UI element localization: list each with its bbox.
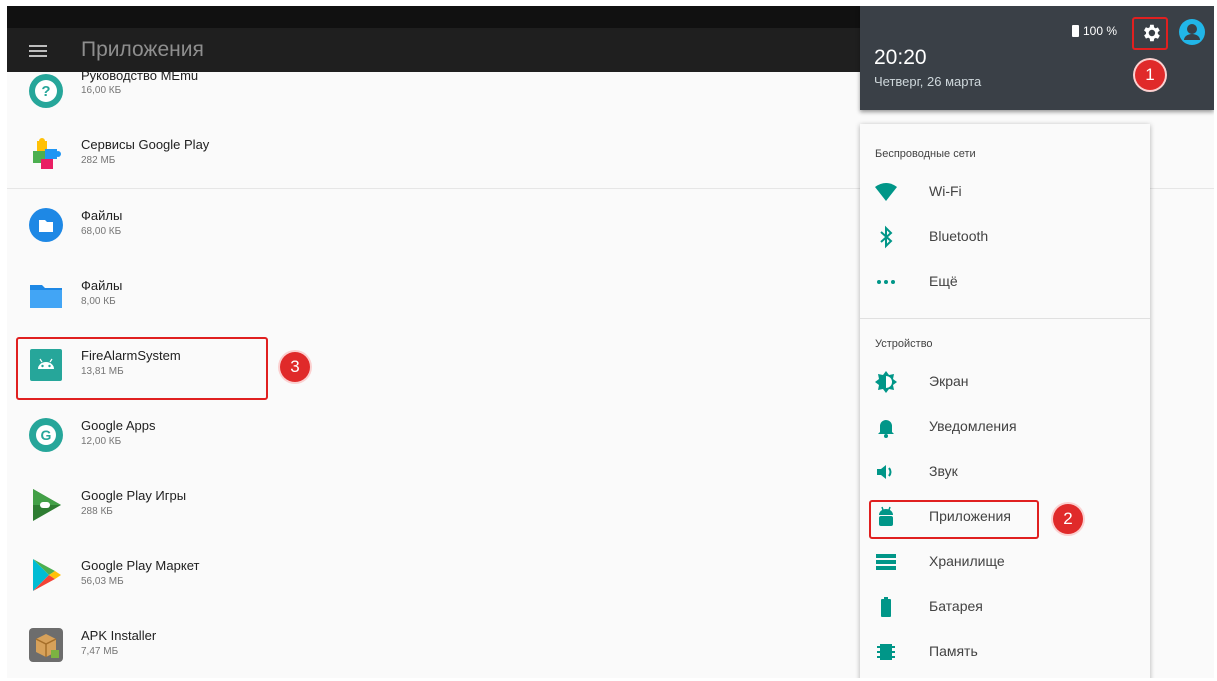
- settings-item-storage[interactable]: Хранилище: [860, 540, 1150, 584]
- app-name: Google Play Игры: [81, 488, 187, 503]
- app-name: Google Apps: [81, 418, 156, 433]
- highlight-apps-item: [869, 500, 1039, 539]
- account-icon[interactable]: [1179, 19, 1205, 45]
- volume-icon: [877, 465, 892, 479]
- svg-text:G: G: [41, 427, 52, 443]
- app-size: 12,00 КБ: [81, 436, 122, 447]
- highlight-firealarm-row: [16, 337, 268, 400]
- step-badge-1: 1: [1135, 60, 1165, 90]
- app-name: Сервисы Google Play: [81, 137, 210, 152]
- settings-item-sound[interactable]: Звук: [860, 450, 1150, 494]
- battery-icon: [881, 597, 891, 617]
- app-size: 288 КБ: [81, 506, 113, 517]
- date: Четверг, 26 марта: [874, 74, 982, 89]
- wifi-icon: [875, 183, 897, 201]
- app-size: 7,47 МБ: [81, 646, 119, 657]
- section-title-wireless: Беспроводные сети: [875, 148, 976, 160]
- brightness-icon: [875, 371, 897, 393]
- app-name: Файлы: [81, 278, 123, 293]
- package-icon: [29, 628, 63, 662]
- app-name: Файлы: [81, 208, 123, 223]
- bell-icon: [878, 420, 894, 438]
- svg-text:?: ?: [41, 83, 50, 100]
- hamburger-menu-icon[interactable]: [27, 41, 49, 61]
- app-size: 56,03 МБ: [81, 576, 124, 587]
- play-store-icon: [33, 559, 61, 591]
- clock: 20:20: [874, 46, 927, 69]
- step-badge-3: 3: [280, 352, 310, 382]
- settings-item-label: Ещё: [929, 273, 958, 289]
- settings-item-notifications[interactable]: Уведомления: [860, 405, 1150, 449]
- highlight-gear: [1132, 17, 1168, 50]
- section-title-device: Устройство: [875, 338, 933, 350]
- settings-item-bluetooth[interactable]: Bluetooth: [860, 215, 1150, 259]
- settings-item-memory[interactable]: Память: [860, 630, 1150, 674]
- settings-item-wifi[interactable]: Wi-Fi: [860, 170, 1150, 214]
- bluetooth-icon: [880, 225, 893, 249]
- file-icon: [29, 208, 63, 242]
- app-size: 68,00 КБ: [81, 226, 122, 237]
- battery-level-icon: [1072, 25, 1079, 37]
- gamepad-icon: [33, 489, 61, 521]
- more-icon: [877, 280, 895, 284]
- step-badge-2: 2: [1053, 504, 1083, 534]
- app-size: 16,00 КБ: [81, 85, 122, 96]
- battery-status: 100 %: [1072, 24, 1117, 38]
- folder-icon: [30, 285, 62, 308]
- settings-panel: Беспроводные сети Wi-Fi Bluetooth Ещё Ус…: [860, 124, 1150, 678]
- puzzle-icon: [33, 138, 61, 169]
- storage-icon: [876, 554, 896, 570]
- settings-item-label: Звук: [929, 463, 958, 479]
- screen: ? Руководство MEmu 16,00 КБ Сервисы Goog…: [7, 6, 1214, 678]
- google-g-icon: G: [29, 418, 63, 452]
- app-name: Google Play Маркет: [81, 558, 200, 573]
- help-icon: ?: [29, 74, 63, 108]
- app-name: APK Installer: [81, 628, 157, 643]
- memory-icon: [877, 644, 895, 660]
- settings-item-label: Хранилище: [929, 553, 1005, 569]
- settings-item-label: Wi-Fi: [929, 183, 962, 199]
- settings-item-label: Уведомления: [929, 418, 1017, 434]
- settings-item-more[interactable]: Ещё: [860, 260, 1150, 304]
- section-divider: [860, 318, 1150, 319]
- settings-item-label: Bluetooth: [929, 228, 989, 244]
- app-size: 8,00 КБ: [81, 296, 116, 307]
- app-size: 282 МБ: [81, 155, 116, 166]
- page-title: Приложения: [81, 38, 204, 61]
- settings-item-label: Память: [929, 643, 978, 659]
- settings-item-label: Экран: [929, 373, 969, 389]
- settings-item-battery[interactable]: Батарея: [860, 585, 1150, 629]
- settings-item-label: Батарея: [929, 598, 983, 614]
- settings-item-display[interactable]: Экран: [860, 360, 1150, 404]
- battery-percent: 100 %: [1083, 24, 1118, 38]
